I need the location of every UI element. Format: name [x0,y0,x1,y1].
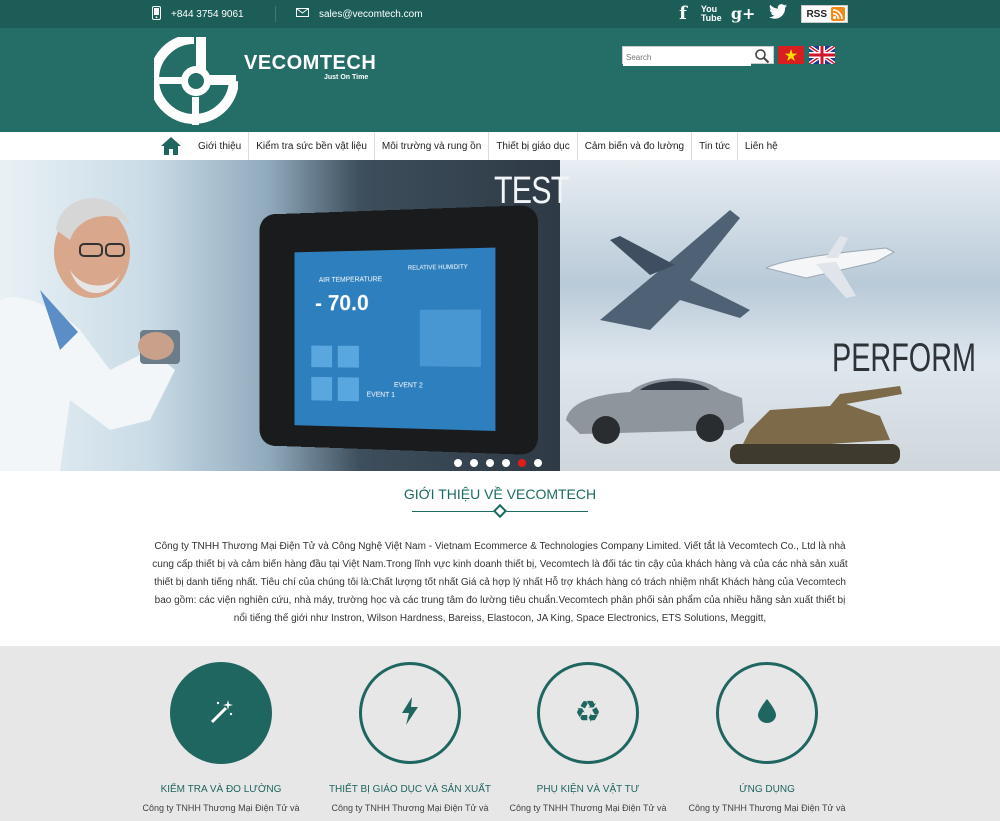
drop-icon [758,698,776,728]
service-accessories[interactable]: ♻ PHỤ KIỆN VÀ VẬT TƯ Công ty TNHH Thương… [498,662,678,813]
service-title[interactable]: THIẾT BỊ GIÁO DỤC VÀ SẢN XUẤT [320,784,500,795]
email-address: sales@vecomtech.com [319,8,423,20]
service-title[interactable]: ỨNG DỤNG [677,784,857,795]
slide-dot-5[interactable] [518,459,526,467]
envelope-icon [296,8,309,20]
airliner-image [764,228,896,313]
facebook-icon[interactable]: f [679,5,687,23]
search-box [622,46,774,66]
top-bar: +844 3754 9061 sales@vecomtech.com f You… [0,0,1000,28]
magic-wand-icon [206,696,236,731]
nav-menu: Giới thiệu Kiểm tra sức bền vật liệu Môi… [190,132,785,160]
forward-tile [337,377,359,402]
service-circle[interactable] [359,662,461,764]
program-panel [419,309,481,367]
slider-pagination [454,459,542,467]
scientist-image [0,170,190,471]
nav-item-lien-he[interactable]: Liên hệ [736,132,785,160]
tablet-controller-image: AIR TEMPERATURE - 70.0 RELATIVE HUMIDITY… [259,204,538,456]
nav-item-kiem-tra-suc-ben[interactable]: Kiểm tra sức bền vật liệu [248,132,374,160]
service-description: Công ty TNHH Thương Mại Điện Tử và [142,803,300,813]
stop-tile [337,345,359,368]
main-navigation: Giới thiệu Kiểm tra sức bền vật liệu Môi… [0,132,1000,160]
site-header: VECOMTECH Just On Time [0,28,1000,132]
air-temperature-label: AIR TEMPERATURE [318,276,383,285]
brand-name[interactable]: VECOMTECH [244,52,376,75]
event-2-label: EVENT 2 [393,382,423,390]
service-circle[interactable] [716,662,818,764]
slide-dot-1[interactable] [454,459,462,467]
fighter-jet-image [590,200,760,345]
rss-button[interactable]: RSS [801,5,848,23]
slide-dot-6[interactable] [534,459,542,467]
about-paragraph: Công ty TNHH Thương Mại Điện Tử và Công … [152,541,848,624]
nav-item-gioi-thieu[interactable]: Giới thiệu [190,132,248,160]
play-tile [311,345,333,368]
social-links: f You Tube g+ RSS [679,0,848,28]
nav-item-cam-bien[interactable]: Cảm biến và đo lường [576,132,691,160]
battle-tank-image [730,370,910,471]
event-1-label: EVENT 1 [366,391,396,400]
rss-label: RSS [806,8,827,20]
slide-dot-3[interactable] [486,459,494,467]
phone-contact[interactable]: +844 3754 9061 [152,0,244,28]
slide-headline-test: TEST [494,170,569,212]
youtube-label: You Tube [700,4,722,23]
service-description: Công ty TNHH Thương Mại Điện Tử và [331,803,489,813]
hero-slider[interactable]: AIR TEMPERATURE - 70.0 RELATIVE HUMIDITY… [0,160,1000,471]
service-title[interactable]: KIỂM TRA VÀ ĐO LƯỜNG [131,784,311,795]
divider [275,6,276,22]
about-heading: GIỚI THIỆU VỀ VECOMTECH [403,486,597,502]
air-temperature-value: - 70.0 [315,290,369,316]
service-circle[interactable] [170,662,272,764]
nav-item-moi-truong[interactable]: Môi trường và rung ồn [373,132,488,160]
service-education[interactable]: THIẾT BỊ GIÁO DỤC VÀ SẢN XUẤT Công ty TN… [320,662,500,813]
google-plus-icon[interactable]: g+ [731,6,756,22]
twitter-icon[interactable] [769,4,788,24]
service-description: Công ty TNHH Thương Mại Điện Tử và [688,803,846,813]
service-circle[interactable]: ♻ [537,662,639,764]
phone-number: +844 3754 9061 [171,8,244,20]
service-testing[interactable]: KIỂM TRA VÀ ĐO LƯỜNG Công ty TNHH Thương… [131,662,311,813]
search-icon[interactable] [754,48,770,69]
vietnamese-flag-icon[interactable] [778,46,804,64]
vecomtech-logo-icon[interactable] [149,34,239,132]
english-flag-icon[interactable] [809,46,835,64]
humidity-label: RELATIVE HUMIDITY [407,264,468,272]
services-section: KIỂM TRA VÀ ĐO LƯỜNG Công ty TNHH Thương… [0,646,1000,821]
pause-tile [311,376,333,401]
email-contact[interactable]: sales@vecomtech.com [296,0,423,28]
search-input[interactable] [623,49,751,66]
youtube-icon[interactable]: You Tube [700,4,722,23]
rss-feed-icon [831,7,845,21]
service-description: Công ty TNHH Thương Mại Điện Tử và [509,803,667,813]
mobile-phone-icon [152,5,161,23]
home-icon[interactable] [160,136,182,161]
nav-item-tin-tuc[interactable]: Tin tức [691,132,737,160]
brand-tagline: Just On Time [324,74,369,81]
lightning-icon [400,696,420,730]
sports-car-image [560,360,750,455]
slide-dot-2[interactable] [470,459,478,467]
nav-item-thiet-bi-giao-duc[interactable]: Thiết bị giáo dục [488,132,576,160]
slide-dot-4[interactable] [502,459,510,467]
tablet-screen: AIR TEMPERATURE - 70.0 RELATIVE HUMIDITY… [294,247,496,431]
service-title[interactable]: PHỤ KIỆN VÀ VẬT TƯ [498,784,678,795]
service-applications[interactable]: ỨNG DỤNG Công ty TNHH Thương Mại Điện Tử… [677,662,857,813]
recycle-icon: ♻ [574,695,602,730]
diamond-ornament-icon [492,503,508,519]
